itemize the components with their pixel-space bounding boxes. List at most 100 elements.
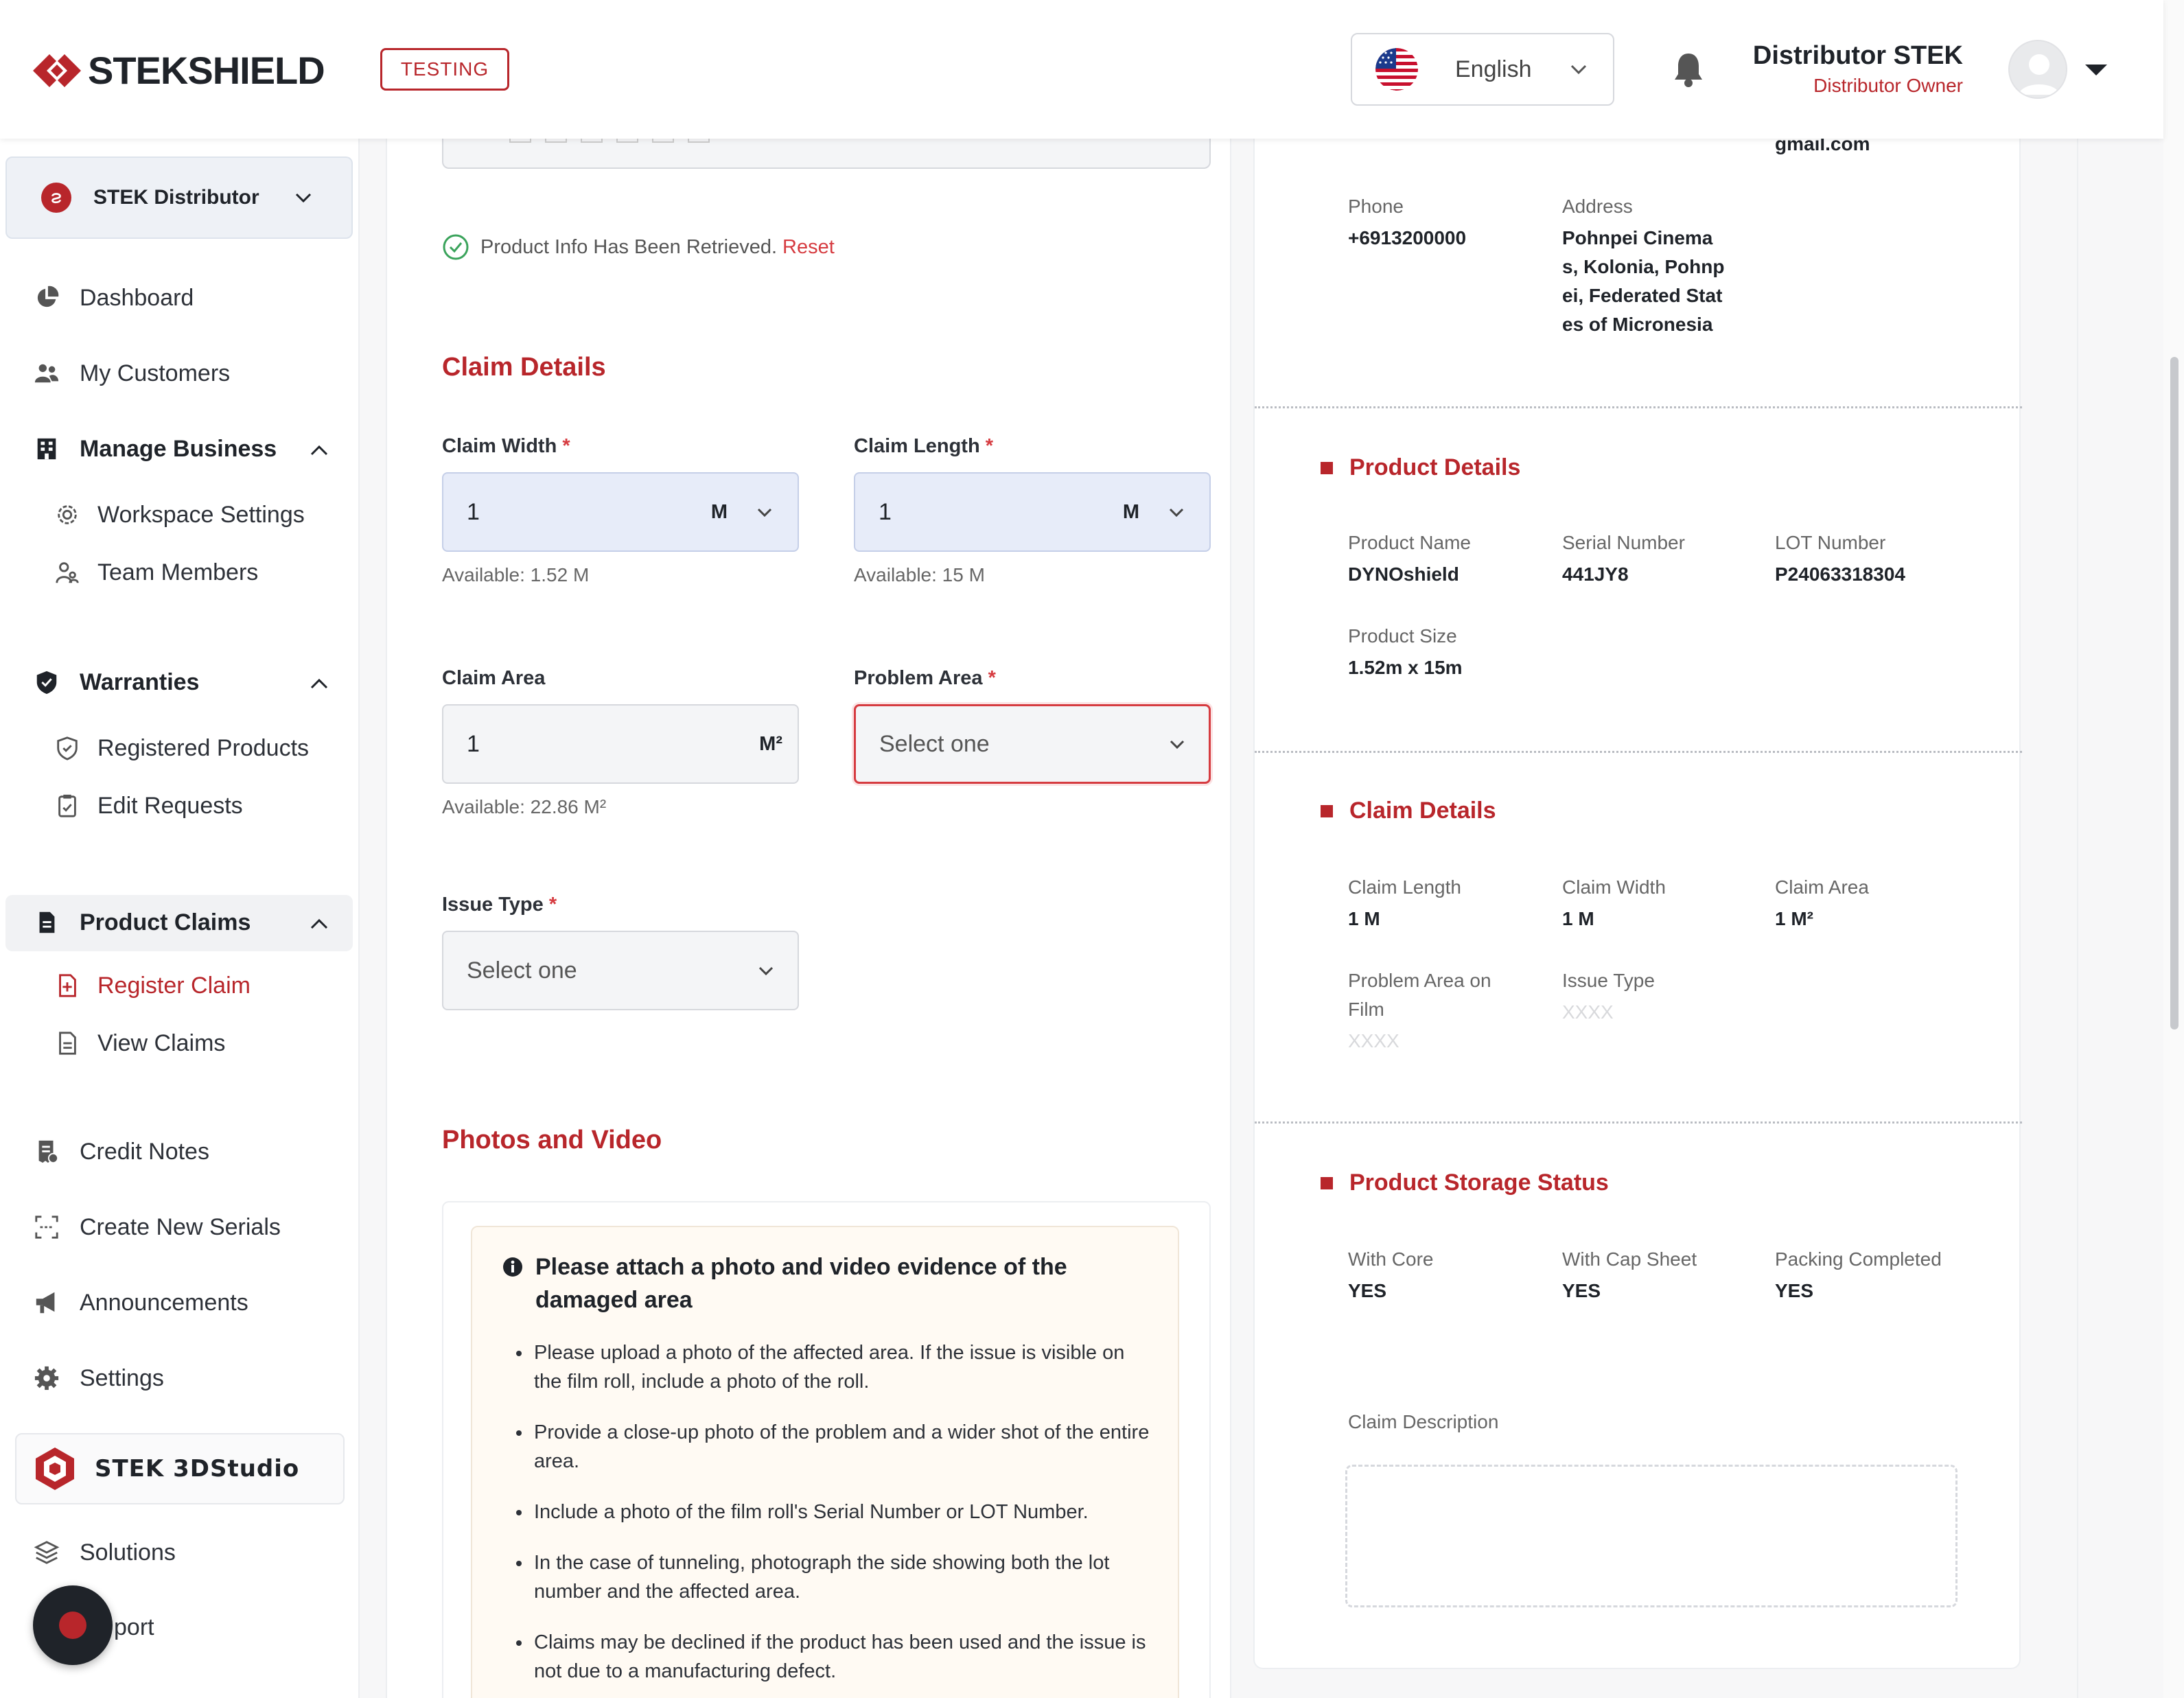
sidebar-item-team-members[interactable]: Team Members xyxy=(54,559,258,586)
claim-length-unit-select[interactable]: M xyxy=(1123,501,1139,524)
sidebar-item-label: Team Members xyxy=(97,559,259,585)
sidebar-item-dashboard[interactable]: Dashboard xyxy=(33,284,194,312)
notification-bell-icon[interactable] xyxy=(1672,51,1705,88)
storage-status-heading: Product Storage Status xyxy=(1321,1170,1609,1196)
sidebar-item-workspace-settings[interactable]: Workspace Settings xyxy=(54,501,305,528)
sidebar-item-label: Solutions xyxy=(80,1539,176,1566)
sidebar-item-create-serials[interactable]: Create New Serials xyxy=(33,1213,281,1241)
language-label: English xyxy=(1455,56,1532,82)
problem-area-select[interactable]: Select one xyxy=(854,704,1211,784)
sidebar-item-registered-products[interactable]: Registered Products xyxy=(54,734,309,762)
brand-logo[interactable]: STEKSHIELD xyxy=(30,48,325,93)
sidebar-item-manage-business[interactable]: Manage Business xyxy=(33,435,277,463)
scrollbar-thumb[interactable] xyxy=(2170,357,2179,1030)
user-name: Distributor STEK xyxy=(1752,41,1963,70)
user-info[interactable]: Distributor STEK Distributor Owner xyxy=(1753,41,1963,97)
claim-form: Product Info Has Been Retrieved. Reset C… xyxy=(386,103,1231,1698)
instructions-title: Please attach a photo and video evidence… xyxy=(502,1251,1161,1316)
instructions-list: Please upload a photo of the affected ar… xyxy=(516,1338,1152,1698)
claim-area-label: Claim Area xyxy=(442,667,546,689)
brand-name: STEKSHIELD xyxy=(88,49,325,92)
reset-link[interactable]: Reset xyxy=(782,236,835,259)
sidebar-item-label: Create New Serials xyxy=(80,1213,281,1240)
claim-area-input[interactable]: 1 M² xyxy=(442,704,799,784)
sidebar-item-solutions[interactable]: Solutions xyxy=(33,1539,176,1566)
product-retrieved-status: Product Info Has Been Retrieved. Reset xyxy=(442,233,835,261)
claim-length-label: Claim Length * xyxy=(854,435,994,457)
sidebar-item-label: Dashboard xyxy=(80,284,194,311)
chevron-down-icon[interactable] xyxy=(1167,502,1186,522)
claim-description-field[interactable] xyxy=(1345,1465,1958,1607)
sidebar-item-register-claim[interactable]: Register Claim xyxy=(54,972,251,999)
summary-problem-area: Problem Area on Film XXXX xyxy=(1348,970,1491,1051)
building-icon xyxy=(33,435,60,463)
top-header: STEKSHIELD TESTING English Distributor S… xyxy=(0,0,2163,139)
claim-length-value: 1 xyxy=(879,498,892,525)
product-name: Product Name DYNOshield xyxy=(1348,532,1471,585)
sidebar-item-announcements[interactable]: Announcements xyxy=(33,1289,248,1316)
issue-type-select[interactable]: Select one xyxy=(442,931,799,1010)
sidebar-item-product-claims[interactable]: Product Claims xyxy=(33,909,251,936)
chevron-up-icon[interactable] xyxy=(307,673,331,696)
customer-phone: Phone +6913200000 xyxy=(1348,196,1467,248)
list-item: Claims may be declined if the product ha… xyxy=(516,1628,1152,1686)
summary-issue-type: Issue Type XXXX xyxy=(1562,970,1655,1023)
with-core: With Core YES xyxy=(1348,1248,1434,1301)
scan-icon xyxy=(33,1213,60,1241)
photo-instructions: Please attach a photo and video evidence… xyxy=(471,1226,1179,1698)
sidebar-item-label: Product Claims xyxy=(80,909,251,935)
layers-icon xyxy=(33,1539,60,1566)
stek-3dstudio-link[interactable]: STEK 3DStudio xyxy=(15,1433,345,1504)
gear-icon xyxy=(54,501,81,528)
organization-switcher[interactable]: STEK Distributor xyxy=(5,156,353,239)
sidebar-item-support[interactable]: port xyxy=(114,1614,154,1641)
sidebar-item-warranties[interactable]: Warranties xyxy=(33,668,199,696)
chevron-up-icon[interactable] xyxy=(307,913,331,936)
org-name: STEK Distributor xyxy=(93,186,259,209)
user-menu-caret-icon[interactable] xyxy=(2084,62,2109,78)
check-circle-icon xyxy=(443,234,469,260)
shield-outline-icon xyxy=(54,734,81,762)
content-divider xyxy=(2077,139,2078,1698)
claim-width-unit-select[interactable]: M xyxy=(711,501,728,524)
claim-area-unit: M² xyxy=(759,732,782,755)
sidebar-item-label: Edit Requests xyxy=(97,792,243,819)
sidebar-item-view-claims[interactable]: View Claims xyxy=(54,1030,225,1057)
sidebar-item-label: Settings xyxy=(80,1364,164,1391)
section-divider xyxy=(1255,751,2022,753)
studio-label: STEK 3DStudio xyxy=(95,1455,300,1482)
claim-summary-card: gmail.com Phone +6913200000 Address Pohn… xyxy=(1253,103,2022,1669)
chat-widget-button[interactable] xyxy=(33,1585,113,1665)
section-divider xyxy=(1255,406,2022,408)
sidebar-item-label: View Claims xyxy=(97,1030,226,1056)
sidebar-item-label: Register Claim xyxy=(97,972,251,999)
clipboard-check-icon xyxy=(54,792,81,819)
sidebar-item-credit-notes[interactable]: Credit Notes xyxy=(33,1138,209,1165)
receipt-icon xyxy=(33,1138,60,1165)
stek-3dstudio-logo-icon xyxy=(36,1447,74,1490)
user-avatar-icon xyxy=(2019,54,2060,95)
shield-check-icon xyxy=(33,668,60,696)
sidebar: STEK Distributor Dashboard My Customers … xyxy=(0,139,360,1698)
claim-width-available: Available: 1.52 M xyxy=(442,564,590,585)
packing-completed: Packing Completed YES xyxy=(1775,1248,1942,1301)
list-item: Provide a close-up photo of the problem … xyxy=(516,1418,1152,1476)
sidebar-item-settings[interactable]: Settings xyxy=(33,1364,164,1392)
stekshield-logo-icon xyxy=(33,54,81,87)
language-selector[interactable]: English xyxy=(1351,33,1614,106)
document-icon xyxy=(33,909,60,936)
sidebar-item-label: Workspace Settings xyxy=(97,501,305,528)
sidebar-item-edit-requests[interactable]: Edit Requests xyxy=(54,792,243,819)
claim-width-input[interactable]: 1 M xyxy=(442,472,799,552)
product-details-heading: Product Details xyxy=(1321,454,1520,481)
users-icon xyxy=(33,360,60,387)
sidebar-item-label: Registered Products xyxy=(97,734,310,761)
avatar[interactable] xyxy=(2008,40,2067,99)
chevron-up-icon[interactable] xyxy=(307,439,331,463)
claim-area-value: 1 xyxy=(467,730,480,757)
settings-gear-icon xyxy=(33,1364,60,1392)
chevron-down-icon[interactable] xyxy=(755,502,774,522)
summary-claim-area: Claim Area 1 M² xyxy=(1775,876,1869,929)
sidebar-item-customers[interactable]: My Customers xyxy=(33,360,230,387)
claim-length-input[interactable]: 1 M xyxy=(854,472,1211,552)
